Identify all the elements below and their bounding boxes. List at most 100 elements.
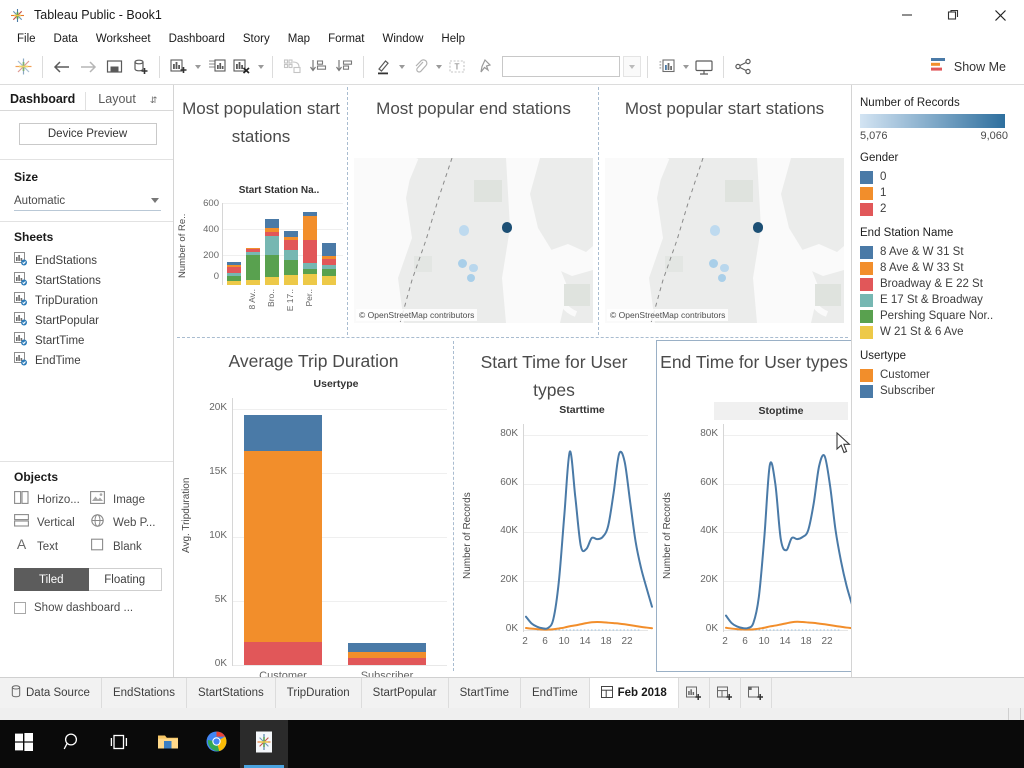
- panel-start-stations-map[interactable]: Most popular start stations © OpenStreet…: [601, 85, 848, 335]
- line-series[interactable]: [524, 422, 656, 634]
- menu-help[interactable]: Help: [432, 30, 474, 49]
- panel-divider[interactable]: [177, 337, 848, 338]
- show-labels-icon[interactable]: [654, 53, 680, 81]
- object-text[interactable]: A Text: [14, 536, 90, 556]
- new-story-button[interactable]: [741, 678, 772, 708]
- bar-segment[interactable]: [303, 262, 317, 270]
- object-blank[interactable]: Blank: [90, 537, 166, 556]
- chevron-down-icon[interactable]: [396, 53, 407, 81]
- bar-segment[interactable]: [303, 240, 317, 263]
- bar-segment[interactable]: [246, 247, 260, 250]
- checkbox[interactable]: [14, 602, 26, 614]
- fit-size-input[interactable]: [502, 56, 620, 77]
- menu-data[interactable]: Data: [45, 30, 87, 49]
- legend-item[interactable]: Broadway & E 22 St: [860, 276, 1024, 292]
- tab-dashboard[interactable]: Dashboard: [10, 92, 85, 110]
- panel-start-time[interactable]: Start Time for User types Starttime Numb…: [456, 340, 653, 672]
- presentation-pin-icon[interactable]: [470, 53, 496, 81]
- legend-item[interactable]: 1: [860, 185, 1024, 201]
- bar-segment[interactable]: [246, 249, 260, 253]
- map-data-point[interactable]: [720, 263, 729, 272]
- bar-segment[interactable]: [303, 269, 317, 274]
- bar-segment[interactable]: [227, 261, 241, 266]
- close-icon[interactable]: [976, 0, 1024, 30]
- bar-segment[interactable]: [303, 273, 317, 285]
- legend-item[interactable]: W 21 St & 6 Ave: [860, 324, 1024, 340]
- chrome-button[interactable]: [192, 720, 240, 768]
- back-arrow-icon[interactable]: [49, 53, 75, 81]
- bar-segment[interactable]: [265, 227, 279, 232]
- new-data-source-icon[interactable]: [127, 53, 153, 81]
- bar-segment[interactable]: [348, 657, 426, 665]
- presentation-mode-icon[interactable]: [691, 53, 717, 81]
- menu-file[interactable]: File: [8, 30, 45, 49]
- bar-segment[interactable]: [322, 265, 336, 269]
- sort-descending-icon[interactable]: [331, 53, 357, 81]
- bar-segment[interactable]: [244, 414, 322, 452]
- bar-segment[interactable]: [227, 276, 241, 282]
- attach-icon[interactable]: [407, 53, 433, 81]
- bar-segment[interactable]: [246, 252, 260, 256]
- legend-number-of-records[interactable]: Number of Records 5,076 9,060: [860, 97, 1024, 142]
- sheet-tab-startpopular[interactable]: StartPopular: [362, 678, 449, 708]
- bar-segment[interactable]: [322, 276, 336, 285]
- dashboard-canvas[interactable]: Most population start stations Start Sta…: [175, 85, 853, 682]
- bar-segment[interactable]: [322, 242, 336, 256]
- maximize-icon[interactable]: [930, 0, 976, 30]
- save-icon[interactable]: [101, 53, 127, 81]
- chevron-down-icon[interactable]: [433, 53, 444, 81]
- bar-segment[interactable]: [284, 236, 298, 240]
- chevron-down-icon[interactable]: [680, 53, 691, 81]
- legend-gender[interactable]: Gender 0 1 2: [860, 152, 1024, 217]
- menu-window[interactable]: Window: [374, 30, 433, 49]
- layout-mode-tiled[interactable]: Tiled: [14, 568, 89, 591]
- sheet-tab-startstations[interactable]: StartStations: [187, 678, 276, 708]
- object-webpage[interactable]: Web P...: [90, 514, 166, 532]
- bar-segment[interactable]: [348, 643, 426, 653]
- map-canvas[interactable]: © OpenStreetMap contributors: [354, 158, 593, 323]
- search-button[interactable]: [48, 720, 96, 768]
- legend-item[interactable]: 8 Ave & W 33 St: [860, 260, 1024, 276]
- legend-item[interactable]: 2: [860, 201, 1024, 217]
- map-data-point[interactable]: [709, 225, 721, 236]
- bar-segment[interactable]: [303, 216, 317, 241]
- panel-divider[interactable]: [453, 341, 454, 671]
- file-explorer-button[interactable]: [144, 720, 192, 768]
- bar-segment[interactable]: [284, 231, 298, 237]
- panel-divider[interactable]: [598, 87, 599, 335]
- menu-dashboard[interactable]: Dashboard: [160, 30, 234, 49]
- clear-sheet-icon[interactable]: [229, 53, 255, 81]
- bar-segment[interactable]: [322, 268, 336, 277]
- bar-segment[interactable]: [227, 272, 241, 277]
- bar-segment[interactable]: [265, 231, 279, 237]
- new-dashboard-button[interactable]: [710, 678, 741, 708]
- panel-end-time[interactable]: End Time for User types Stoptime Number …: [656, 340, 853, 672]
- size-select[interactable]: Automatic: [14, 191, 161, 211]
- bar-segment[interactable]: [244, 642, 322, 665]
- legend-usertype[interactable]: Usertype Customer Subscriber: [860, 350, 1024, 399]
- bar-segment[interactable]: [284, 239, 298, 250]
- menu-map[interactable]: Map: [279, 30, 319, 49]
- sidebar-item-startpopular[interactable]: StartPopular: [14, 311, 161, 331]
- line-path[interactable]: [725, 454, 853, 630]
- panel-start-popular[interactable]: Most population start stations Start Sta…: [175, 85, 347, 335]
- tab-layout[interactable]: Layout: [85, 92, 146, 110]
- text-tooltip-icon[interactable]: T: [444, 53, 470, 81]
- device-preview-button[interactable]: Device Preview: [18, 123, 157, 145]
- tableau-button[interactable]: [240, 720, 288, 768]
- legend-end-station-name[interactable]: End Station Name 8 Ave & W 31 St 8 Ave &…: [860, 227, 1024, 340]
- sidebar-item-tripduration[interactable]: TripDuration: [14, 291, 161, 311]
- layout-mode-floating[interactable]: Floating: [88, 568, 162, 591]
- sidebar-item-starttime[interactable]: StartTime: [14, 331, 161, 351]
- forward-arrow-icon[interactable]: [75, 53, 101, 81]
- share-icon[interactable]: [730, 53, 756, 81]
- bar-segment[interactable]: [348, 652, 426, 658]
- bar-segment[interactable]: [227, 266, 241, 273]
- map-data-point[interactable]: [458, 225, 470, 236]
- sort-ascending-icon[interactable]: [305, 53, 331, 81]
- duplicate-sheet-icon[interactable]: [203, 53, 229, 81]
- bar-segment[interactable]: [244, 451, 322, 643]
- sheet-tab-endtime[interactable]: EndTime: [521, 678, 590, 708]
- legend-item[interactable]: Customer: [860, 367, 1024, 383]
- chevron-down-icon[interactable]: [255, 53, 266, 81]
